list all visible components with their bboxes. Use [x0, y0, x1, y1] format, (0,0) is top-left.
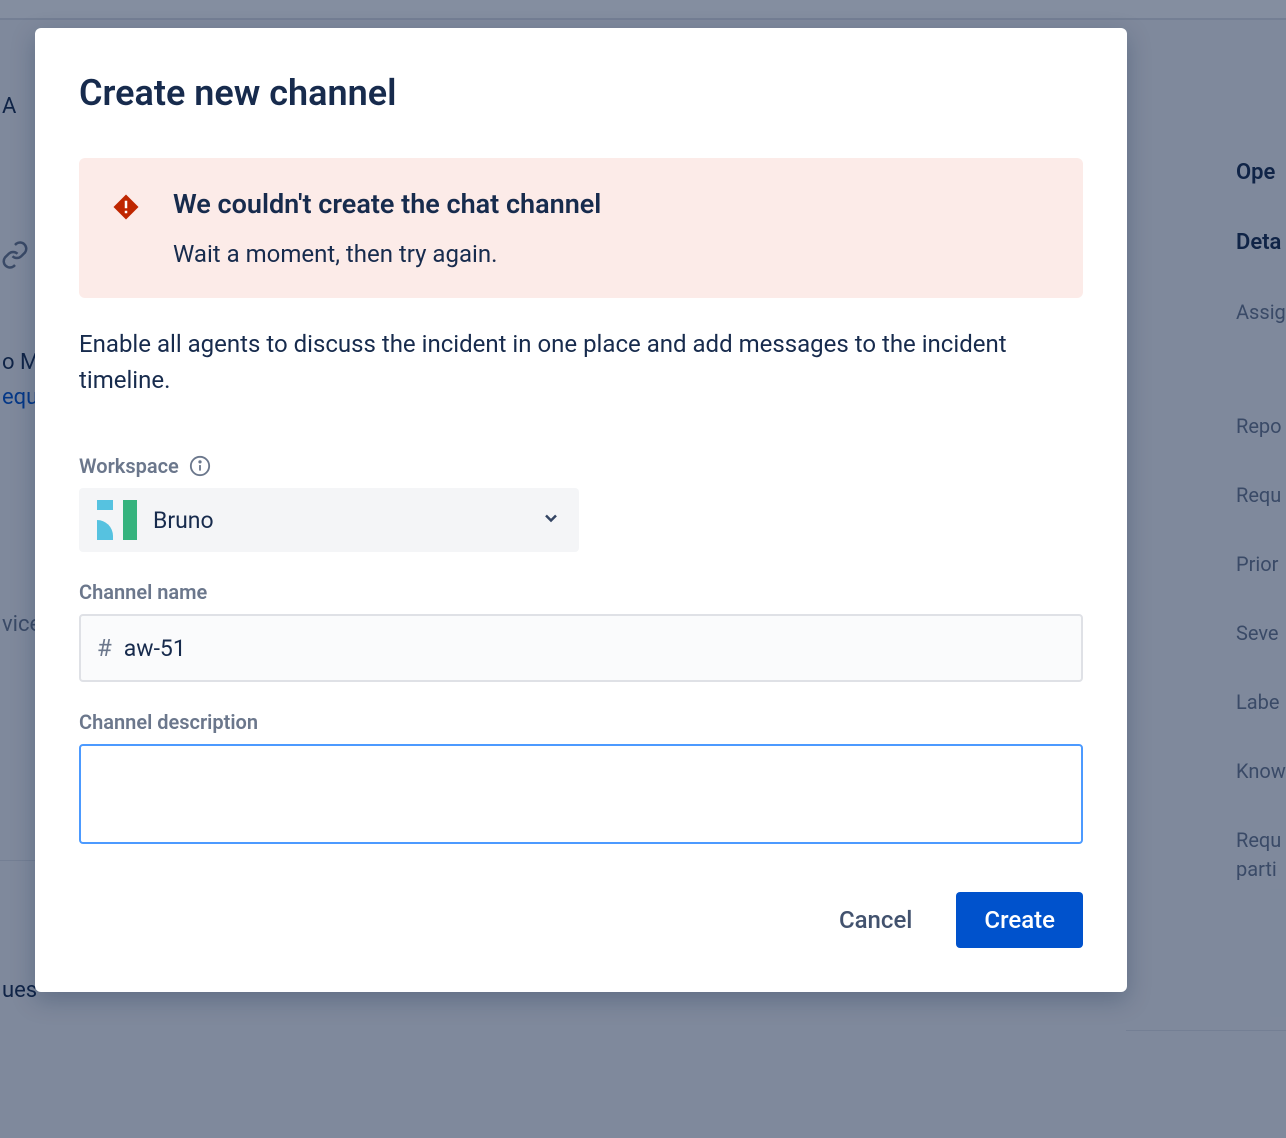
workspace-logo-icon	[97, 500, 137, 540]
workspace-label: Workspace	[79, 454, 179, 478]
chevron-down-icon	[541, 508, 561, 532]
hash-prefix: #	[97, 634, 112, 662]
channel-name-field: Channel name #	[79, 580, 1083, 682]
create-button[interactable]: Create	[956, 892, 1083, 948]
channel-name-input-wrapper[interactable]: #	[79, 614, 1083, 682]
modal-description: Enable all agents to discuss the inciden…	[79, 326, 1083, 398]
modal-title: Create new channel	[79, 72, 1083, 114]
workspace-field: Workspace Bruno	[79, 454, 1083, 552]
cancel-button[interactable]: Cancel	[819, 892, 932, 948]
channel-description-label: Channel description	[79, 710, 258, 734]
channel-name-input[interactable]	[124, 616, 1065, 680]
modal-footer: Cancel Create	[79, 892, 1083, 948]
channel-description-input[interactable]	[97, 758, 1065, 830]
workspace-selected-name: Bruno	[153, 507, 525, 534]
error-banner: We couldn't create the chat channel Wait…	[79, 158, 1083, 298]
error-icon	[111, 192, 141, 226]
error-body: Wait a moment, then try again.	[173, 240, 1051, 268]
channel-description-input-wrapper[interactable]	[79, 744, 1083, 844]
info-icon[interactable]	[189, 455, 211, 477]
create-channel-modal: Create new channel We couldn't create th…	[35, 28, 1127, 992]
workspace-select[interactable]: Bruno	[79, 488, 579, 552]
channel-name-label: Channel name	[79, 580, 207, 604]
error-title: We couldn't create the chat channel	[173, 188, 1051, 220]
channel-description-field: Channel description	[79, 710, 1083, 844]
